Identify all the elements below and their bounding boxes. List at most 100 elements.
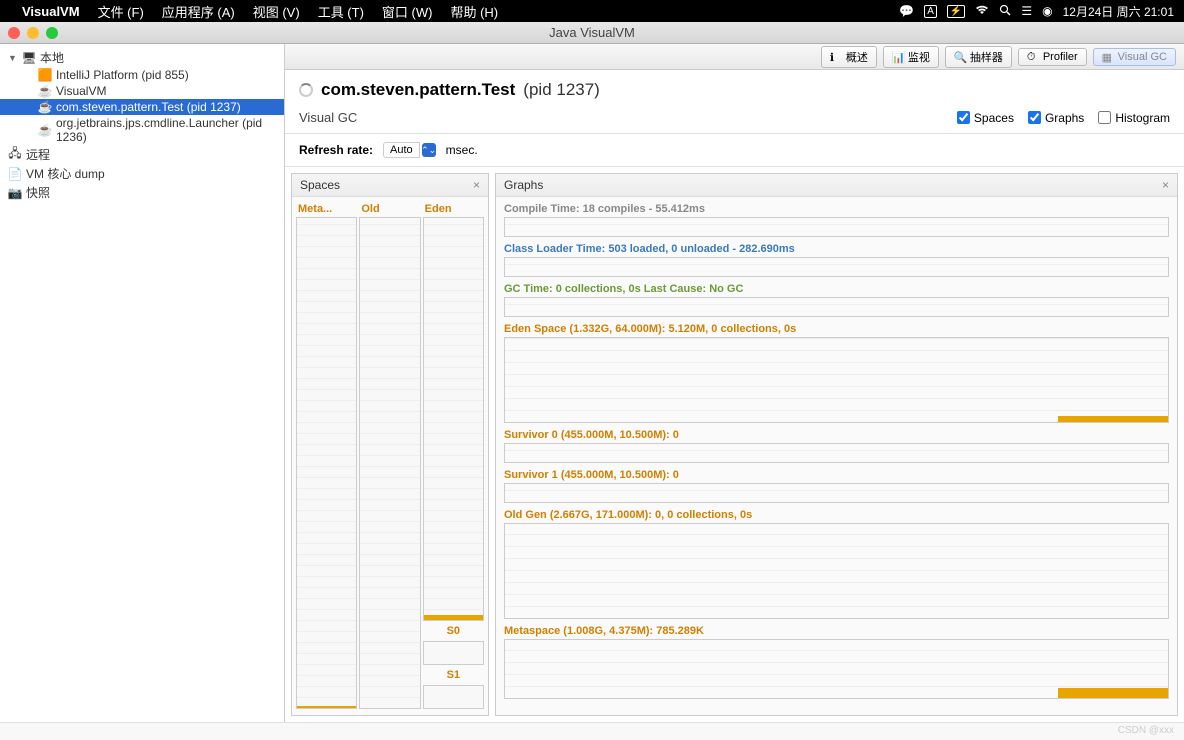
space-label: Old [359,203,420,215]
tree-local[interactable]: ▼ 🖥 本地 [0,48,284,67]
java-icon: 🟧 [38,68,52,82]
java-icon: ☕ [38,100,52,114]
battery-icon[interactable]: ⚡ [947,5,965,18]
tab-sampler[interactable]: 🔍 抽样器 [945,46,1012,68]
menu-application[interactable]: 应用程序 (A) [162,2,235,21]
page-pid: (pid 1237) [523,80,600,100]
space-chart [296,217,357,709]
traffic-lights [0,27,58,39]
overview-icon: ℹ [830,51,842,63]
tree-label: com.steven.pattern.Test (pid 1237) [56,100,241,114]
menu-file[interactable]: 文件 (F) [98,2,144,21]
sampler-icon: 🔍 [954,51,966,63]
menu-view[interactable]: 视图 (V) [253,2,300,21]
graphs-panel: Graphs × Compile Time: 18 compiles - 55.4… [495,173,1178,716]
graph-title: Eden Space (1.332G, 64.000M): 5.120M, 0 … [504,323,1169,337]
window-titlebar: Java VisualVM [0,22,1184,44]
siri-icon[interactable]: ◉ [1042,4,1052,18]
menu-tools[interactable]: 工具 (T) [318,2,364,21]
graph-title: GC Time: 0 collections, 0s Last Cause: N… [504,283,1169,297]
applications-sidebar[interactable]: ▼ 🖥 本地 🟧 IntelliJ Platform (pid 855) ☕ V… [0,44,285,722]
graph-gc-time: GC Time: 0 collections, 0s Last Cause: N… [504,283,1169,317]
tree-app-visualvm[interactable]: ☕ VisualVM [0,83,284,99]
spotlight-icon[interactable] [999,4,1011,19]
visualgc-icon: ▦ [1102,51,1114,63]
datetime[interactable]: 12月24日 周六 21:01 [1063,3,1174,20]
tab-label: Profiler [1043,51,1078,63]
graph-chart [504,483,1169,503]
space-label: Eden [423,203,484,215]
checkbox-histogram[interactable]: Histogram [1098,111,1170,125]
tab-label: 概述 [846,49,868,65]
close-window-button[interactable] [8,27,20,39]
page-heading: com.steven.pattern.Test (pid 1237) [285,70,1184,106]
tree-label: IntelliJ Platform (pid 855) [56,68,189,82]
minimize-window-button[interactable] [27,27,39,39]
graph-compile-time: Compile Time: 18 compiles - 55.412ms [504,203,1169,237]
tab-monitor[interactable]: 📊监视 [883,46,939,68]
graph-title: Compile Time: 18 compiles - 55.412ms [504,203,1169,217]
space-metaspace: Meta... [296,203,357,709]
disclosure-icon[interactable]: ▼ [8,53,18,63]
tree-app-intellij[interactable]: 🟧 IntelliJ Platform (pid 855) [0,67,284,83]
close-panel-icon[interactable]: × [1162,178,1169,192]
dump-icon: 📄 [8,167,22,181]
checkbox-graphs[interactable]: Graphs [1028,111,1084,125]
checkbox-label: Spaces [974,111,1014,125]
input-source-icon[interactable]: A [924,5,937,18]
space-s0-chart [423,641,484,665]
graph-eden: Eden Space (1.332G, 64.000M): 5.120M, 0 … [504,323,1169,423]
zoom-window-button[interactable] [46,27,58,39]
graph-title: Survivor 0 (455.000M, 10.500M): 0 [504,429,1169,443]
tab-label: 抽样器 [970,49,1003,65]
panel-title: Graphs [504,178,543,192]
menu-help[interactable]: 帮助 (H) [450,2,498,21]
page-title: com.steven.pattern.Test [321,80,515,100]
graph-title: Survivor 1 (455.000M, 10.500M): 0 [504,469,1169,483]
refresh-value: Auto [383,142,420,158]
tab-label: Visual GC [1118,51,1167,63]
wifi-icon[interactable] [975,4,989,18]
profiler-icon: ⏱ [1027,51,1039,63]
checkbox-input[interactable] [1028,111,1041,124]
tree-app-launcher[interactable]: ☕ org.jetbrains.jps.cmdline.Launcher (pi… [0,115,284,145]
close-panel-icon[interactable]: × [473,178,480,192]
wechat-icon[interactable]: 💬 [899,4,914,18]
graph-chart [504,639,1169,699]
tree-snapshot[interactable]: 📷 快照 [0,183,284,202]
checkbox-label: Histogram [1115,111,1170,125]
computer-icon: 🖥 [22,51,36,65]
checkbox-input[interactable] [957,111,970,124]
tab-overview[interactable]: ℹ 概述 [821,46,877,68]
menu-window[interactable]: 窗口 (W) [382,2,433,21]
macos-menubar: VisualVM 文件 (F) 应用程序 (A) 视图 (V) 工具 (T) 窗… [0,0,1184,22]
java-icon: ☕ [38,84,52,98]
graph-title: Metaspace (1.008G, 4.375M): 785.289K [504,625,1169,639]
tree-vmcore[interactable]: 📄 VM 核心 dump [0,164,284,183]
tab-profiler[interactable]: ⏱ Profiler [1018,48,1087,66]
tree-app-test-selected[interactable]: ☕ com.steven.pattern.Test (pid 1237) [0,99,284,115]
checkbox-spaces[interactable]: Spaces [957,111,1014,125]
sub-tab-bar: Visual GC Spaces Graphs Histogram [285,106,1184,134]
graph-chart [504,523,1169,619]
tree-remote[interactable]: 🖧 远程 [0,145,284,164]
checkbox-input[interactable] [1098,111,1111,124]
space-label: S0 [423,625,484,637]
tree-label: 快照 [26,184,50,201]
tab-visual-gc[interactable]: ▦ Visual GC [1093,48,1176,66]
notification-icon[interactable]: ☰ [1021,4,1032,18]
tree-label: VM 核心 dump [26,165,105,182]
window-title: Java VisualVM [549,25,635,40]
java-icon: ☕ [38,123,52,137]
network-icon: 🖧 [8,148,22,162]
graph-chart [504,217,1169,237]
app-name[interactable]: VisualVM [22,4,80,19]
space-label: S1 [423,669,484,681]
graph-s0: Survivor 0 (455.000M, 10.500M): 0 [504,429,1169,463]
graph-chart [504,337,1169,423]
subtab-visualgc[interactable]: Visual GC [299,110,357,125]
graph-title: Class Loader Time: 503 loaded, 0 unloade… [504,243,1169,257]
tree-label: VisualVM [56,84,106,98]
refresh-dropdown-button[interactable]: ⌃⌄ [422,143,436,157]
tree-label: 本地 [40,49,64,66]
